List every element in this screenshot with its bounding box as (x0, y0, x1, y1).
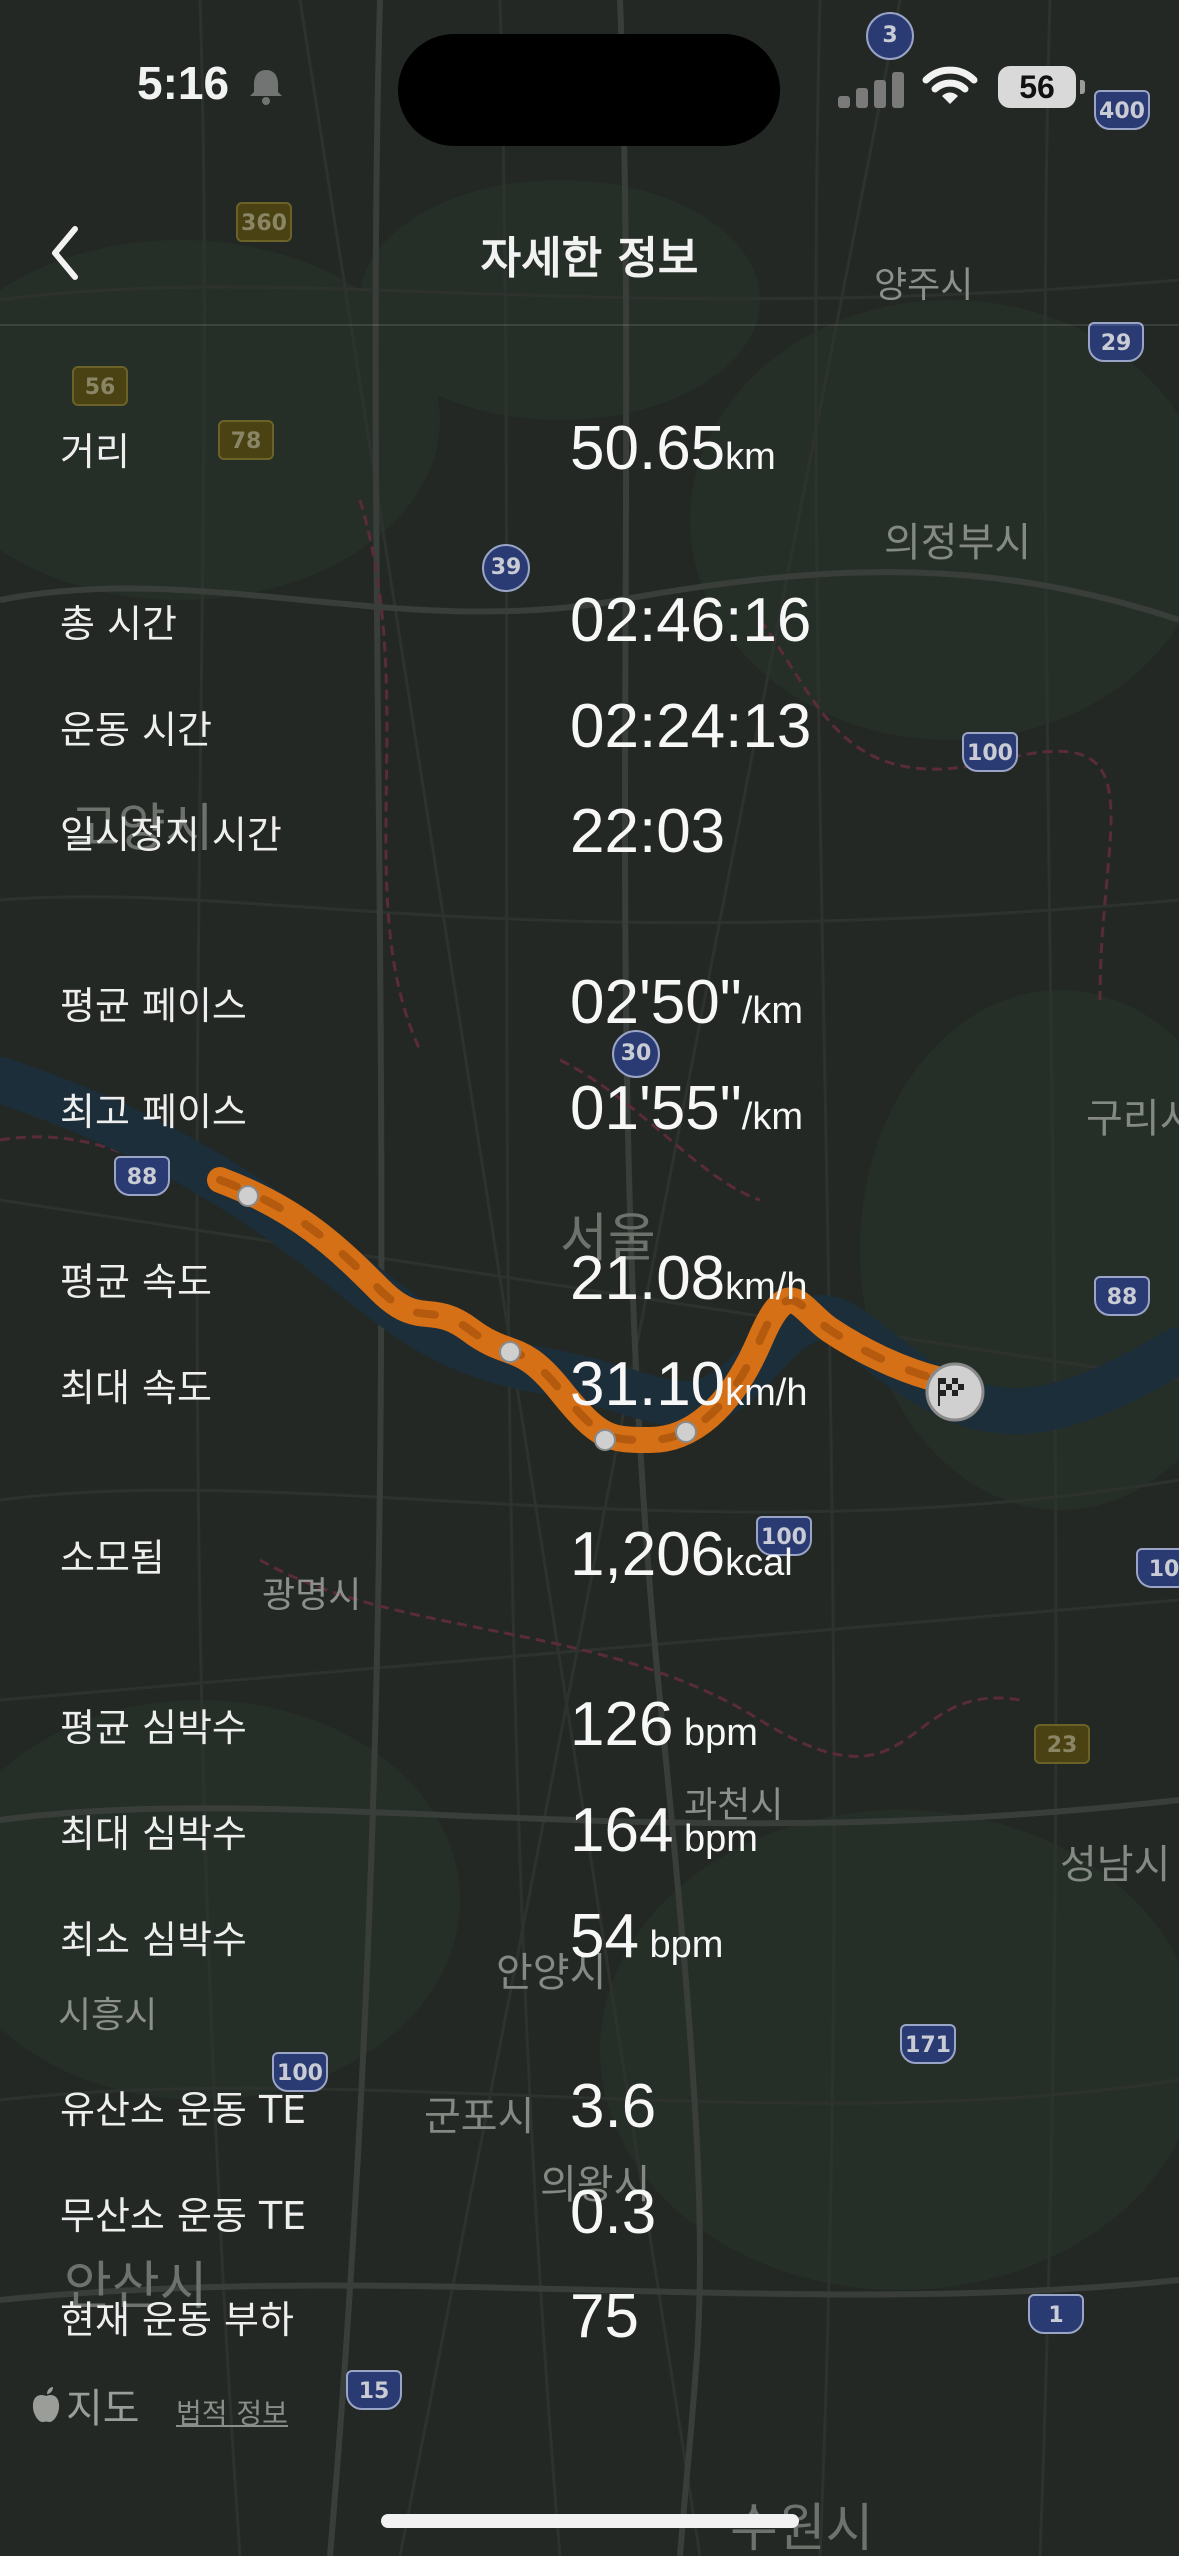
stat-label: 유산소 운동 TE (60, 2088, 307, 2132)
wifi-icon (922, 66, 978, 104)
stat-row-min-heart-rate: 최소 심박수 54 bpm (0, 1892, 1179, 1972)
stat-label: 평균 심박수 (60, 1706, 247, 1750)
header-divider (0, 324, 1179, 326)
stat-value: 02:46:16 (570, 586, 812, 655)
stat-label: 최대 심박수 (60, 1812, 247, 1856)
map-place-label: 의정부시 (884, 520, 1032, 566)
screen: 양주시 의정부시 구리시 서울 광명시 과천시 성남시 안양시 시흥시 군포시 … (0, 0, 1179, 2556)
stat-row-calories: 소모됨 1,206kcal (0, 1510, 1179, 1590)
map-place-label: 시흥시 (58, 1995, 158, 2036)
stat-value: 164 bpm (570, 1796, 758, 1865)
stat-label: 평균 속도 (60, 1260, 212, 1304)
stat-row-max-heart-rate: 최대 심박수 164 bpm (0, 1786, 1179, 1866)
road-shield: 400 (1094, 90, 1150, 130)
stat-row-avg-speed: 평균 속도 21.08km/h (0, 1234, 1179, 1314)
road-shield: 29 (1088, 322, 1144, 362)
stat-row-paused-time: 일시정지 시간 22:03 (0, 787, 1179, 867)
stat-row-max-speed: 최대 속도 31.10km/h (0, 1340, 1179, 1420)
stat-value: 31.10km/h (570, 1350, 808, 1419)
stat-value: 3.6 (570, 2072, 657, 2141)
stat-value: 02:24:13 (570, 692, 812, 761)
stat-value: 01'55"/km (570, 1074, 803, 1143)
status-time: 5:16 (137, 57, 230, 109)
stat-value: 0.3 (570, 2178, 657, 2247)
road-shield: 88 (114, 1156, 170, 1196)
stat-label: 소모됨 (60, 1536, 165, 1580)
stat-row-aerobic-te: 유산소 운동 TE 3.6 (0, 2062, 1179, 2142)
cellular-signal-icon (838, 72, 904, 108)
stat-label: 최대 속도 (60, 1366, 212, 1410)
stat-value: 50.65km (570, 414, 776, 483)
stat-row-total-time: 총 시간 02:46:16 (0, 576, 1179, 656)
battery-indicator: 56 (998, 66, 1076, 108)
stat-label: 거리 (60, 430, 130, 474)
home-indicator[interactable] (381, 2514, 799, 2528)
stat-row-avg-pace: 평균 페이스 02'50"/km (0, 958, 1179, 1038)
stat-row-distance: 거리 50.65km (0, 404, 1179, 484)
apple-logo-icon (32, 2387, 60, 2423)
maps-label: 지도 (66, 2386, 140, 2432)
bell-slash-icon (250, 70, 282, 105)
road-shield: 15 (346, 2370, 402, 2410)
stat-row-anaerobic-te: 무산소 운동 TE 0.3 (0, 2168, 1179, 2248)
stat-label: 평균 페이스 (60, 984, 247, 1028)
stat-value: 21.08km/h (570, 1244, 808, 1313)
stat-row-training-load: 현재 운동 부하 75 (0, 2272, 1179, 2352)
stat-label: 일시정지 시간 (60, 813, 282, 857)
stat-label: 최소 심박수 (60, 1918, 247, 1962)
stat-label: 총 시간 (60, 602, 177, 646)
stat-value: 54 bpm (570, 1902, 724, 1971)
stat-label: 무산소 운동 TE (60, 2194, 307, 2238)
stat-row-avg-heart-rate: 평균 심박수 126 bpm (0, 1680, 1179, 1760)
road-shield: 3 (866, 12, 914, 60)
battery-tip (1080, 80, 1085, 94)
stat-label: 최고 페이스 (60, 1090, 247, 1134)
stat-value: 126 bpm (570, 1690, 758, 1759)
stat-row-best-pace: 최고 페이스 01'55"/km (0, 1064, 1179, 1144)
stat-value: 22:03 (570, 797, 726, 866)
page-title: 자세한 정보 (480, 233, 699, 284)
dynamic-island (398, 34, 780, 146)
stat-label: 현재 운동 부하 (60, 2298, 294, 2342)
stat-row-workout-time: 운동 시간 02:24:13 (0, 682, 1179, 762)
stat-value: 1,206kcal (570, 1520, 793, 1589)
stat-label: 운동 시간 (60, 708, 212, 752)
maps-attribution: 지도 (30, 2376, 140, 2434)
stat-value: 75 (570, 2282, 639, 2351)
stat-value: 02'50"/km (570, 968, 803, 1037)
road-shield: 171 (900, 2024, 956, 2064)
legal-info-link[interactable]: 법적 정보 (176, 2392, 288, 2432)
road-shield: 56 (72, 366, 128, 406)
